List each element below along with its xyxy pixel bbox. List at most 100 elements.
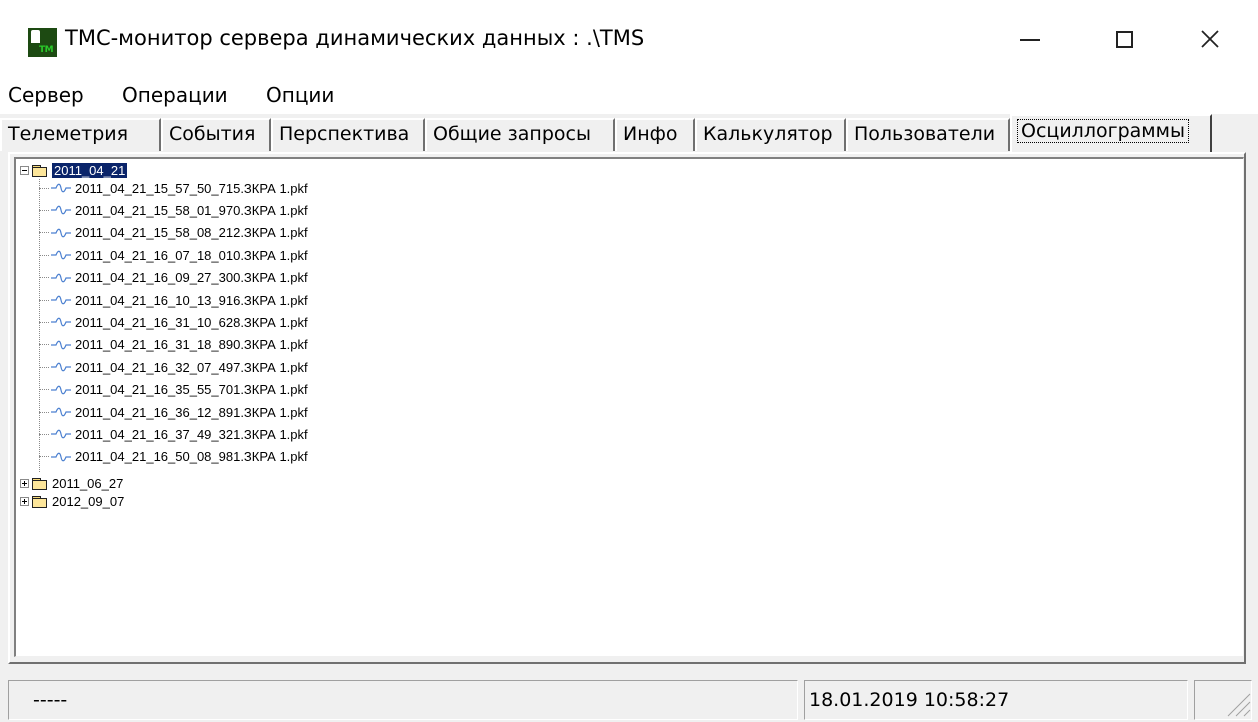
file-label: 2011_04_21_16_37_49_321.ЗКРА 1.pkf xyxy=(75,426,308,442)
tree-file-item[interactable]: 2011_04_21_16_35_55_701.ЗКРА 1.pkf xyxy=(39,381,308,399)
tree-file-item[interactable]: 2011_04_21_16_09_27_300.ЗКРА 1.pkf xyxy=(39,269,308,287)
oscillogram-icon xyxy=(51,183,71,193)
tab-telemetry[interactable]: Телеметрия xyxy=(0,118,161,151)
file-label: 2011_04_21_15_58_08_212.ЗКРА 1.pkf xyxy=(75,225,308,241)
folder-icon xyxy=(32,477,47,490)
tab-events[interactable]: События xyxy=(161,118,271,151)
tree-branch-line xyxy=(39,433,49,435)
file-label: 2011_04_21_16_35_55_701.ЗКРА 1.pkf xyxy=(75,382,308,398)
tab-info[interactable]: Инфо xyxy=(615,118,695,151)
tree-folder-2012-09-07[interactable]: 2012_09_07 xyxy=(20,492,124,510)
collapse-icon[interactable] xyxy=(20,165,29,175)
expand-icon[interactable] xyxy=(20,478,29,488)
main-window: TM ТМС-монитор сервера динамических данн… xyxy=(0,0,1258,722)
title-bar[interactable]: TM ТМС-монитор сервера динамических данн… xyxy=(0,0,1258,78)
tab-label: Осциллограммы xyxy=(1017,119,1189,143)
tree-branch-line xyxy=(39,366,49,368)
maximize-icon xyxy=(1115,30,1133,48)
file-label: 2011_04_21_15_57_50_715.ЗКРА 1.pkf xyxy=(75,180,308,196)
tree-branch-line xyxy=(39,411,49,413)
menu-bar: Сервер Операции Опции xyxy=(0,78,1258,114)
tab-strip: Телеметрия События Перспектива Общие зап… xyxy=(0,114,1258,154)
minimize-button[interactable] xyxy=(1000,18,1060,60)
file-label: 2011_04_21_16_50_08_981.ЗКРА 1.pkf xyxy=(75,449,308,465)
folder-label: 2011_04_21 xyxy=(50,161,129,179)
menu-server[interactable]: Сервер xyxy=(8,83,84,107)
oscillogram-icon xyxy=(51,430,71,439)
close-icon xyxy=(1201,30,1219,48)
tree-file-item[interactable]: 2011_04_21_15_57_50_715.ЗКРА 1.pkf xyxy=(39,179,308,197)
oscillogram-icon xyxy=(51,250,71,260)
status-left-panel: ----- xyxy=(8,680,798,720)
tree-branch-line xyxy=(39,456,49,458)
file-label: 2011_04_21_16_31_18_890.ЗКРА 1.pkf xyxy=(75,337,308,353)
oscillogram-icon xyxy=(51,206,71,215)
tab-label: Калькулятор xyxy=(703,123,833,145)
tree-branch-line xyxy=(39,277,49,279)
tree-file-item[interactable]: 2011_04_21_16_31_10_628.ЗКРА 1.pkf xyxy=(39,313,308,331)
close-button[interactable] xyxy=(1180,18,1240,60)
app-icon-figure xyxy=(31,30,40,43)
maximize-button[interactable] xyxy=(1094,18,1154,60)
tab-perspective[interactable]: Перспектива xyxy=(271,118,425,151)
tree-file-item[interactable]: 2011_04_21_15_58_08_212.ЗКРА 1.pkf xyxy=(39,224,308,242)
tree-branch-line xyxy=(39,187,49,189)
resize-grip-icon[interactable] xyxy=(1222,688,1252,718)
file-label: 2011_04_21_16_10_13_916.ЗКРА 1.pkf xyxy=(75,292,308,308)
tab-label: Телеметрия xyxy=(8,123,129,145)
tab-users[interactable]: Пользователи xyxy=(846,118,1010,151)
tree-file-item[interactable]: 2011_04_21_16_10_13_916.ЗКРА 1.pkf xyxy=(39,291,308,309)
menu-operations[interactable]: Операции xyxy=(122,83,228,107)
tab-label: Общие запросы xyxy=(433,123,591,145)
oscillogram-icon xyxy=(51,385,71,394)
oscillogram-icon xyxy=(51,295,71,305)
file-label: 2011_04_21_16_07_18_010.ЗКРА 1.pkf xyxy=(75,247,308,263)
file-label: 2011_04_21_16_32_07_497.ЗКРА 1.pkf xyxy=(75,359,308,375)
oscillogram-tree[interactable]: 2011_04_21 2011_04_21_15_57_50_715.ЗКРА … xyxy=(14,157,1244,657)
status-datetime: 18.01.2019 10:58:27 xyxy=(804,680,1188,720)
tree-branch-line xyxy=(39,299,49,301)
folder-label: 2012_09_07 xyxy=(52,493,125,509)
file-label: 2011_04_21_16_36_12_891.ЗКРА 1.pkf xyxy=(75,404,308,420)
file-label: 2011_04_21_16_09_27_300.ЗКРА 1.pkf xyxy=(75,270,308,286)
tab-label: События xyxy=(169,123,256,145)
tab-general-queries[interactable]: Общие запросы xyxy=(425,118,615,151)
tree-folder-2011-04-21[interactable]: 2011_04_21 xyxy=(20,161,129,179)
tree-file-item[interactable]: 2011_04_21_15_58_01_970.ЗКРА 1.pkf xyxy=(39,201,308,219)
minimize-icon xyxy=(1020,39,1040,41)
tree-branch-line xyxy=(39,321,49,323)
tree-file-item[interactable]: 2011_04_21_16_31_18_890.ЗКРА 1.pkf xyxy=(39,336,308,354)
tree-branch-line xyxy=(39,232,49,234)
tree-file-item[interactable]: 2011_04_21_16_32_07_497.ЗКРА 1.pkf xyxy=(39,358,308,376)
tree-file-item[interactable]: 2011_04_21_16_36_12_891.ЗКРА 1.pkf xyxy=(39,403,308,421)
oscillogram-icon xyxy=(51,273,71,282)
tab-calculator[interactable]: Калькулятор xyxy=(695,118,846,151)
tab-oscillograms[interactable]: Осциллограммы xyxy=(1010,114,1212,152)
oscillogram-icon xyxy=(51,318,71,327)
oscillogram-icon xyxy=(51,228,71,238)
tree-file-item[interactable]: 2011_04_21_16_50_08_981.ЗКРА 1.pkf xyxy=(39,448,308,466)
file-label: 2011_04_21_15_58_01_970.ЗКРА 1.pkf xyxy=(75,202,308,218)
tree-folder-2011-06-27[interactable]: 2011_06_27 xyxy=(20,474,123,492)
oscillogram-icon xyxy=(51,340,71,350)
tree-branch-line xyxy=(39,389,49,391)
oscillogram-icon xyxy=(51,452,71,462)
status-bar: ----- 18.01.2019 10:58:27 xyxy=(0,672,1258,722)
tree-file-item[interactable]: 2011_04_21_16_07_18_010.ЗКРА 1.pkf xyxy=(39,246,308,264)
oscillogram-icon xyxy=(51,407,71,417)
tree-branch-line xyxy=(39,254,49,256)
menu-options[interactable]: Опции xyxy=(266,83,334,107)
expand-icon[interactable] xyxy=(20,496,29,506)
window-title: ТМС-монитор сервера динамических данных … xyxy=(65,26,645,50)
folder-icon xyxy=(32,495,47,508)
tree-file-item[interactable]: 2011_04_21_16_37_49_321.ЗКРА 1.pkf xyxy=(39,425,308,443)
folder-icon xyxy=(32,164,47,177)
folder-label: 2011_06_27 xyxy=(52,475,124,491)
tab-label: Пользователи xyxy=(854,123,996,145)
tree-branch-line xyxy=(39,209,49,211)
app-icon-text: TM xyxy=(39,45,54,55)
tab-label: Инфо xyxy=(623,123,678,145)
tab-label: Перспектива xyxy=(279,123,410,145)
oscillogram-icon xyxy=(51,362,71,372)
tm-app-icon[interactable]: TM xyxy=(28,28,57,57)
